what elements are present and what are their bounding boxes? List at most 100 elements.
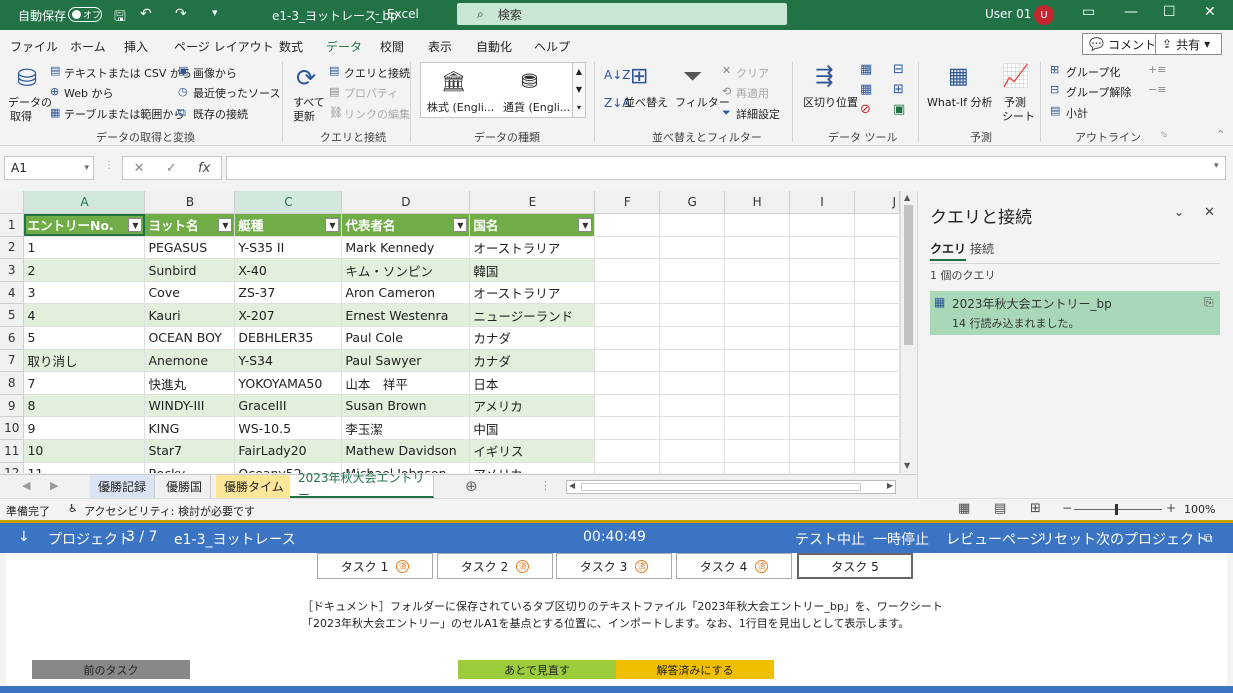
zoom-in-icon[interactable]: + [1166, 501, 1176, 515]
comment-button[interactable]: 💬 コメント [1082, 33, 1163, 55]
cell[interactable] [789, 303, 855, 328]
select-all-corner[interactable] [0, 191, 25, 215]
normal-view-icon[interactable]: ▦ [958, 501, 970, 516]
cell[interactable]: オーストラリア [469, 281, 596, 305]
cell[interactable]: OCEAN BOY [144, 326, 236, 350]
cell[interactable] [854, 236, 900, 260]
pause-button[interactable]: 一時停止 [873, 529, 929, 549]
column-header[interactable]: J [854, 191, 900, 215]
cell[interactable]: 11 [23, 462, 146, 473]
cell[interactable] [854, 416, 900, 441]
cell[interactable]: 李玉潔 [341, 416, 471, 441]
sheet-tab[interactable]: 優勝タイム [216, 475, 293, 498]
cell[interactable] [594, 303, 661, 328]
formula-input[interactable] [226, 156, 1226, 180]
cell[interactable]: 取り消し [23, 349, 146, 373]
column-header[interactable]: B [144, 191, 236, 215]
cell[interactable]: X-207 [234, 303, 343, 328]
column-header[interactable]: E [469, 191, 596, 215]
column-header[interactable]: A [23, 191, 146, 215]
forecast-sheet-button-2[interactable]: シート [1002, 108, 1035, 124]
zoom-out-icon[interactable]: − [1062, 501, 1072, 515]
cancel-icon[interactable]: ✕ [134, 161, 145, 176]
advanced-button[interactable]: 詳細設定 [736, 106, 780, 122]
scroll-right-icon[interactable]: ▶ [887, 481, 893, 490]
cell[interactable]: ZS-37 [234, 281, 343, 305]
cell[interactable] [724, 394, 791, 418]
cell[interactable] [659, 371, 726, 395]
cell[interactable] [724, 349, 791, 373]
tab-connections[interactable]: 接続 [970, 240, 994, 257]
row-header[interactable]: 3 [0, 258, 25, 282]
ribbon-display-icon[interactable]: ▭ [1082, 4, 1095, 20]
row-header[interactable]: 2 [0, 236, 25, 260]
tab-review[interactable]: 校閲 [380, 38, 404, 55]
filter-dropdown-icon[interactable]: ▼ [453, 218, 468, 233]
ungroup-button[interactable]: グループ解除 [1066, 84, 1131, 100]
cell[interactable] [854, 371, 900, 395]
sheet-tab[interactable]: 優勝記録 [90, 475, 156, 498]
tab-file[interactable]: ファイル [10, 38, 58, 55]
cell[interactable] [854, 394, 900, 418]
cell[interactable]: DEBHLER35 [234, 326, 343, 350]
row-header[interactable]: 6 [0, 326, 25, 350]
cell[interactable]: 中国 [469, 416, 596, 441]
cell[interactable]: 韓国 [469, 258, 596, 282]
flash-fill-icon[interactable]: ▦ [860, 62, 872, 77]
zoom-slider-thumb[interactable] [1115, 504, 1118, 515]
task-tab-4[interactable]: タスク 4済 [676, 553, 792, 579]
filter-dropdown-icon[interactable]: ▼ [325, 218, 340, 233]
cell[interactable]: Ernest Westenra [341, 303, 471, 328]
cell[interactable] [789, 349, 855, 373]
next-project-button[interactable]: 次のプロジェクト [1096, 529, 1208, 549]
query-item[interactable]: ▦ 2023年秋大会エントリー_bp 14 行読み込まれました。 ⎘ [930, 291, 1220, 335]
cell[interactable]: カナダ [469, 349, 596, 373]
cell[interactable]: KING [144, 416, 236, 441]
page-break-view-icon[interactable]: ⊞ [1030, 501, 1041, 516]
cell[interactable] [659, 258, 726, 282]
cell[interactable] [594, 213, 661, 237]
cell[interactable]: YOKOYAMA50 [234, 371, 343, 395]
subtotal-button[interactable]: 小計 [1066, 105, 1088, 121]
text-to-columns-button[interactable]: 区切り位置 [803, 94, 858, 110]
save-icon[interactable]: 🖫 [114, 6, 126, 30]
tab-insert[interactable]: 挿入 [124, 38, 148, 55]
filter-dropdown-icon[interactable]: ▼ [218, 218, 233, 233]
accessibility-status[interactable]: アクセシビリティ: 検討が必要です [84, 503, 255, 519]
zoom-slider[interactable] [1074, 509, 1162, 510]
cell[interactable]: Cove [144, 281, 236, 305]
name-box[interactable]: A1 ▾ [4, 156, 94, 180]
expand-formula-icon[interactable]: ▾ [1214, 161, 1219, 171]
task-tab-1[interactable]: タスク 1済 [317, 553, 433, 579]
column-header[interactable]: F [594, 191, 661, 215]
reset-button[interactable]: リセット [1040, 529, 1096, 549]
cell[interactable]: 9 [23, 416, 146, 441]
tab-help[interactable]: ヘルプ [534, 38, 570, 55]
hide-detail-icon[interactable]: −≡ [1148, 83, 1166, 96]
properties-button[interactable]: プロパティ [344, 85, 398, 101]
existing-connections-button[interactable]: 既存の接続 [193, 106, 248, 122]
cell[interactable] [659, 439, 726, 463]
row-header[interactable]: 11 [0, 439, 25, 463]
cell[interactable] [789, 281, 855, 305]
cell[interactable] [594, 236, 661, 260]
table-header-cell[interactable]: 代表者名 ▼ [341, 213, 471, 237]
cell[interactable] [789, 462, 855, 473]
tab-split-icon[interactable]: ⋮ [540, 479, 551, 492]
cell[interactable] [724, 326, 791, 350]
outline-launcher-icon[interactable]: ⬂ [1160, 130, 1168, 140]
scroll-up-icon[interactable]: ▲ [904, 193, 910, 202]
cell[interactable]: FairLady20 [234, 439, 343, 463]
task-tab-5[interactable]: タスク 5 [797, 553, 913, 579]
cell[interactable] [659, 213, 726, 237]
table-header-cell[interactable]: 艇種 ▼ [234, 213, 343, 237]
cell[interactable] [854, 258, 900, 282]
cell[interactable] [789, 439, 855, 463]
what-if-button[interactable]: What-If 分析 [927, 94, 992, 110]
cell[interactable]: カナダ [469, 326, 596, 350]
prev-task-button[interactable]: 前のタスク [32, 660, 190, 679]
tab-data[interactable]: データ [326, 38, 363, 60]
tab-automate[interactable]: 自動化 [476, 38, 512, 55]
cell[interactable] [854, 349, 900, 373]
cell[interactable] [594, 371, 661, 395]
